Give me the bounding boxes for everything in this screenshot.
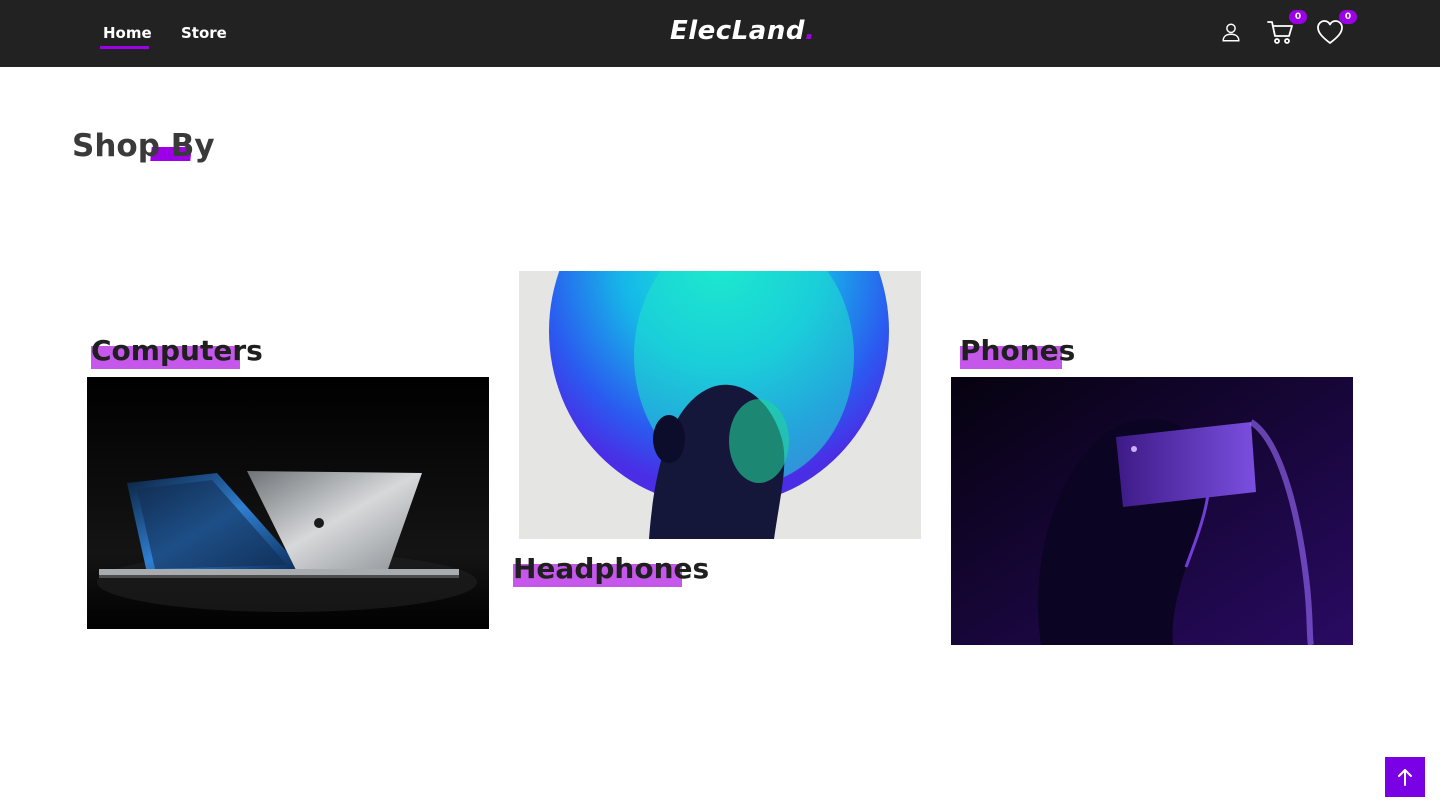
logo-dot: . xyxy=(804,16,816,46)
category-label-phones[interactable]: Phones xyxy=(958,333,1077,369)
nav-home-link[interactable]: Home xyxy=(103,22,152,44)
navbar: Home Store ElecLand. 0 0 xyxy=(0,0,1440,67)
account-button[interactable] xyxy=(1214,14,1248,50)
section-title-start: Shop xyxy=(72,128,171,164)
cart-count-badge: 0 xyxy=(1289,10,1307,24)
section-title: Shop By xyxy=(72,124,215,168)
nav-store-link[interactable]: Store xyxy=(181,22,227,44)
category-label-computers[interactable]: Computers xyxy=(89,333,265,369)
heart-icon xyxy=(1317,20,1343,44)
computers-image[interactable] xyxy=(87,377,489,629)
headphones-image[interactable] xyxy=(519,271,921,539)
section-title-end: By xyxy=(170,128,215,164)
scroll-top-button[interactable] xyxy=(1385,757,1425,797)
logo-text: ElecLand xyxy=(670,16,805,46)
nav-active-underline xyxy=(100,46,149,49)
cart-icon xyxy=(1267,21,1293,44)
cart-button[interactable]: 0 xyxy=(1263,10,1307,50)
phones-image[interactable] xyxy=(951,377,1353,645)
site-logo[interactable]: ElecLand. xyxy=(670,13,815,49)
arrow-up-icon xyxy=(1398,769,1412,786)
category-label-headphones[interactable]: Headphones xyxy=(511,551,711,587)
wishlist-button[interactable]: 0 xyxy=(1313,10,1357,50)
user-icon xyxy=(1222,23,1240,42)
wishlist-count-badge: 0 xyxy=(1339,10,1357,24)
